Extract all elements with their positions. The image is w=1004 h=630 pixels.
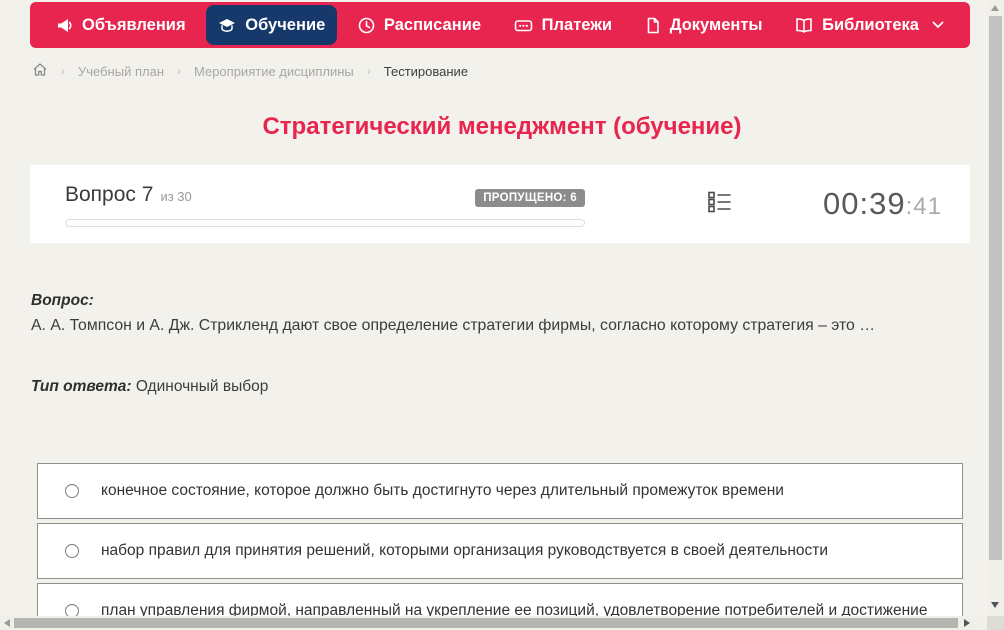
scroll-right-arrow[interactable] [964,619,970,627]
scroll-left-arrow[interactable] [4,619,10,627]
answer-option[interactable]: набор правил для принятия решений, котор… [37,523,963,579]
vertical-scrollbar-thumb[interactable] [989,16,1002,560]
breadcrumb-separator: › [177,64,181,78]
nav-item-payments[interactable]: Платежи [502,5,624,45]
library-icon [795,17,813,34]
radio-button[interactable] [65,484,79,498]
skipped-badge: ПРОПУЩЕНО: 6 [475,189,585,207]
scroll-down-arrow[interactable] [991,602,999,608]
nav-item-learning[interactable]: Обучение [206,5,338,45]
nav-item-label: Расписание [383,15,482,34]
progress-bar [65,219,585,227]
breadcrumb: › Учебный план › Мероприятие дисциплины … [32,62,468,80]
chevron-down-icon [932,21,944,29]
nav-item-label: Объявления [82,15,186,34]
timer: 00:39:41 [823,186,942,222]
breadcrumb-item-testing: Тестирование [383,63,469,79]
nav-item-label: Обучение [245,15,326,34]
horizontal-scrollbar-thumb[interactable] [14,618,958,628]
question-label: Вопрос: [31,292,94,309]
graduation-cap-icon [218,17,236,34]
option-label: набор правил для принятия решений, котор… [101,542,829,559]
question-card-right: 00:39:41 [620,165,970,243]
screen: Объявления Обучение Расписание Платежи Д… [0,0,1004,630]
page-title: Стратегический менеджмент (обучение) [262,113,742,140]
question-text: А. А. Томпсон и А. Дж. Стрикленд дают св… [31,317,876,334]
top-navbar: Объявления Обучение Расписание Платежи Д… [30,2,970,48]
megaphone-icon [56,17,73,34]
horizontal-scrollbar[interactable] [0,616,987,630]
clock-icon [358,17,375,34]
nav-item-label: Документы [669,15,763,34]
question-total: из 30 [160,189,192,204]
nav-item-documents[interactable]: Документы [633,5,775,45]
question-card: Вопрос 7 из 30 ПРОПУЩЕНО: 6 00:39:41 [30,165,970,243]
nav-item-label: Библиотека [822,15,919,34]
payments-icon [514,17,533,34]
question-progress-area: Вопрос 7 из 30 ПРОПУЩЕНО: 6 [30,165,620,243]
nav-item-library[interactable]: Библиотека [783,5,956,45]
nav-item-label: Платежи [541,15,613,34]
scroll-up-arrow[interactable] [991,5,999,11]
question-number: Вопрос 7 [65,183,154,206]
answer-option[interactable]: конечное состояние, которое должно быть … [37,463,963,519]
vertical-scrollbar[interactable] [987,0,1004,616]
question-list-icon[interactable] [708,191,732,218]
option-label: конечное состояние, которое должно быть … [101,482,784,499]
home-icon[interactable] [32,62,48,80]
breadcrumb-item-discipline-event[interactable]: Мероприятие дисциплины [194,64,354,79]
breadcrumb-separator: › [366,64,371,78]
nav-item-announcements[interactable]: Объявления [44,5,198,45]
breadcrumb-separator: › [61,64,65,78]
answer-options: конечное состояние, которое должно быть … [37,463,963,630]
timer-hours-minutes: 00:39 [823,186,906,221]
answer-type-value: Одиночный выбор [135,378,269,395]
breadcrumb-item-curriculum[interactable]: Учебный план [78,64,164,79]
answer-type-row: Тип ответа: Одиночный выбор [31,378,268,396]
nav-item-schedule[interactable]: Расписание [346,5,493,45]
scrollbar-corner [987,616,1004,630]
timer-seconds: :41 [905,193,942,220]
answer-type-label: Тип ответа: [31,378,132,395]
radio-button[interactable] [65,544,79,558]
document-icon [645,17,661,34]
